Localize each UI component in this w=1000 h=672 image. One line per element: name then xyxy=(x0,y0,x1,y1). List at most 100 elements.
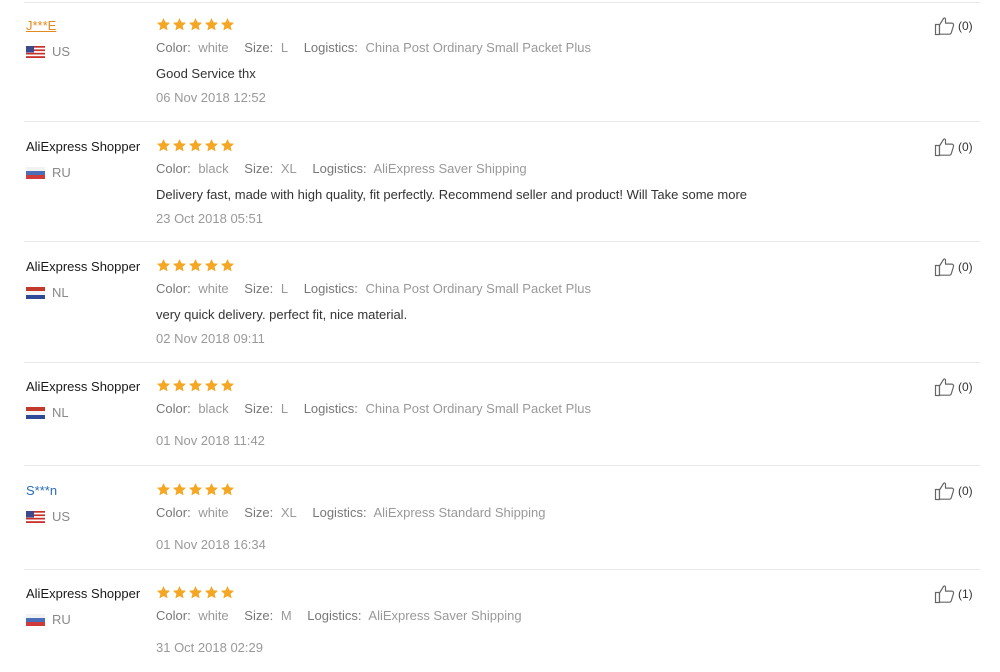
reviewer-country: US xyxy=(26,509,70,524)
size-value: M xyxy=(280,608,292,623)
color-value: white xyxy=(198,505,229,520)
size-value: L xyxy=(280,401,289,416)
helpful-button[interactable]: (0) xyxy=(934,137,973,157)
review-item: S***n US Color: white Size: XL Logistics… xyxy=(24,481,980,552)
review-divider xyxy=(24,2,980,3)
star-icon xyxy=(220,482,235,497)
color-value: black xyxy=(198,161,229,176)
reviewer-country: NL xyxy=(26,285,69,300)
review-divider xyxy=(24,241,980,242)
logistics-label: Logistics: xyxy=(307,608,362,623)
star-icon xyxy=(188,585,203,600)
country-code: US xyxy=(52,509,71,524)
star-rating xyxy=(156,378,235,393)
star-icon xyxy=(204,138,219,153)
logistics-value: AliExpress Standard Shipping xyxy=(373,505,546,520)
star-icon xyxy=(188,258,203,273)
star-icon xyxy=(204,17,219,32)
helpful-count: (1) xyxy=(958,587,973,601)
review-divider xyxy=(24,121,980,122)
star-icon xyxy=(204,378,219,393)
star-icon xyxy=(220,17,235,32)
size-label: Size: xyxy=(244,608,274,623)
review-date: 01 Nov 2018 16:34 xyxy=(156,537,266,552)
star-icon xyxy=(156,258,171,273)
helpful-button[interactable]: (1) xyxy=(934,584,973,604)
reviewer-country: NL xyxy=(26,405,69,420)
color-label: Color: xyxy=(156,401,191,416)
star-icon xyxy=(156,585,171,600)
star-icon xyxy=(156,138,171,153)
country-code: NL xyxy=(52,405,69,420)
reviewer: AliExpress Shopper xyxy=(26,259,140,275)
helpful-count: (0) xyxy=(958,484,973,498)
star-icon xyxy=(156,378,171,393)
ru-flag-icon xyxy=(26,613,45,626)
size-value: L xyxy=(280,40,289,55)
thumbs-up-icon xyxy=(934,377,956,397)
star-icon xyxy=(172,258,187,273)
star-icon xyxy=(220,258,235,273)
review-divider xyxy=(24,465,980,466)
color-label: Color: xyxy=(156,40,191,55)
star-icon xyxy=(220,138,235,153)
star-icon xyxy=(172,138,187,153)
review-date: 23 Oct 2018 05:51 xyxy=(156,211,263,226)
order-attributes: Color: white Size: L Logistics: China Po… xyxy=(156,40,603,55)
thumbs-up-icon xyxy=(934,16,956,36)
reviewer-name[interactable]: S***n xyxy=(26,483,57,499)
logistics-label: Logistics: xyxy=(303,40,358,55)
star-rating xyxy=(156,482,235,497)
helpful-count: (0) xyxy=(958,260,973,274)
reviewer-country: RU xyxy=(26,612,71,627)
star-rating xyxy=(156,138,235,153)
reviewer: J***E xyxy=(26,18,56,34)
review-item: AliExpress Shopper NL Color: white Size:… xyxy=(24,257,980,346)
star-icon xyxy=(172,17,187,32)
size-label: Size: xyxy=(244,161,274,176)
nl-flag-icon xyxy=(26,286,45,299)
reviewer-name: AliExpress Shopper xyxy=(26,586,141,601)
color-label: Color: xyxy=(156,608,191,623)
logistics-value: AliExpress Saver Shipping xyxy=(368,608,522,623)
order-attributes: Color: white Size: XL Logistics: AliExpr… xyxy=(156,505,557,520)
color-value: white xyxy=(198,608,229,623)
review-date: 01 Nov 2018 11:42 xyxy=(156,433,265,448)
star-rating xyxy=(156,585,235,600)
helpful-count: (0) xyxy=(958,140,973,154)
thumbs-up-icon xyxy=(934,137,956,157)
country-code: RU xyxy=(52,612,71,627)
reviewer-name[interactable]: J***E xyxy=(26,18,56,34)
order-attributes: Color: white Size: M Logistics: AliExpre… xyxy=(156,608,534,623)
thumbs-up-icon xyxy=(934,584,956,604)
star-rating xyxy=(156,17,235,32)
color-label: Color: xyxy=(156,505,191,520)
helpful-button[interactable]: (0) xyxy=(934,16,973,36)
review-text: very quick delivery. perfect fit, nice m… xyxy=(156,307,408,322)
us-flag-icon xyxy=(26,510,45,523)
review-item: AliExpress Shopper NL Color: black Size:… xyxy=(24,377,980,448)
size-label: Size: xyxy=(244,401,274,416)
color-value: white xyxy=(198,40,229,55)
star-icon xyxy=(188,17,203,32)
star-icon xyxy=(188,378,203,393)
reviewer: AliExpress Shopper xyxy=(26,379,140,395)
ru-flag-icon xyxy=(26,166,45,179)
reviewer-name: AliExpress Shopper xyxy=(26,259,141,274)
star-icon xyxy=(188,482,203,497)
helpful-button[interactable]: (0) xyxy=(934,257,973,277)
size-label: Size: xyxy=(244,505,274,520)
star-rating xyxy=(156,258,235,273)
color-label: Color: xyxy=(156,281,191,296)
helpful-button[interactable]: (0) xyxy=(934,377,973,397)
logistics-value: AliExpress Saver Shipping xyxy=(373,161,527,176)
country-code: NL xyxy=(52,285,69,300)
order-attributes: Color: black Size: XL Logistics: AliExpr… xyxy=(156,161,539,176)
helpful-button[interactable]: (0) xyxy=(934,481,973,501)
star-icon xyxy=(204,482,219,497)
helpful-count: (0) xyxy=(958,380,973,394)
thumbs-up-icon xyxy=(934,481,956,501)
review-date: 06 Nov 2018 12:52 xyxy=(156,90,266,105)
size-value: XL xyxy=(280,161,297,176)
logistics-label: Logistics: xyxy=(303,401,358,416)
